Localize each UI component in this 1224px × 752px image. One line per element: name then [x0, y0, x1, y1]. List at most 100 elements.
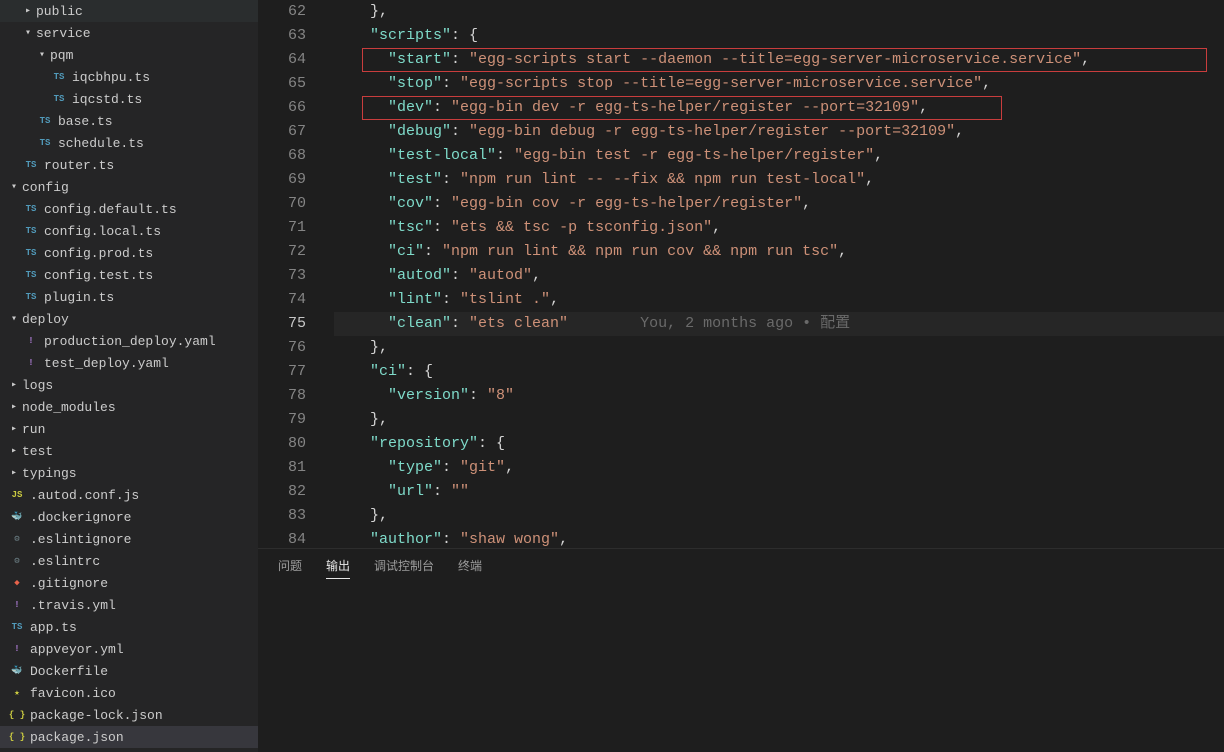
file-explorer-sidebar[interactable]: ▸public▾service▾pqmTSiqcbhpu.tsTSiqcstd.… — [0, 0, 258, 752]
tree-item-label: base.ts — [58, 114, 113, 129]
chevron-icon: ▸ — [8, 467, 20, 479]
chevron-icon: ▸ — [22, 5, 34, 17]
code-line[interactable]: "start": "egg-scripts start --daemon --t… — [334, 48, 1224, 72]
file-config.test.ts[interactable]: TSconfig.test.ts — [0, 264, 258, 286]
line-number-gutter: 6263646566676869707172737475767778798081… — [258, 0, 326, 548]
json-icon: { } — [8, 732, 26, 742]
folder-test[interactable]: ▸test — [0, 440, 258, 462]
folder-deploy[interactable]: ▾deploy — [0, 308, 258, 330]
code-line[interactable]: "dev": "egg-bin dev -r egg-ts-helper/reg… — [334, 96, 1224, 120]
line-number: 67 — [258, 120, 306, 144]
file-.gitignore[interactable]: ◆.gitignore — [0, 572, 258, 594]
code-line[interactable]: "author": "shaw wong", — [334, 528, 1224, 548]
chevron-icon: ▾ — [22, 27, 34, 39]
tree-item-label: test_deploy.yaml — [44, 356, 169, 371]
yaml-icon: ! — [8, 600, 26, 610]
code-line[interactable]: "tsc": "ets && tsc -p tsconfig.json", — [334, 216, 1224, 240]
chevron-icon: ▸ — [8, 379, 20, 391]
code-line[interactable]: }, — [334, 408, 1224, 432]
file-base.ts[interactable]: TS base.ts — [0, 110, 258, 132]
code-line[interactable]: "url": "" — [334, 480, 1224, 504]
git-icon: ◆ — [8, 578, 26, 588]
code-line[interactable]: "version": "8" — [334, 384, 1224, 408]
code-line[interactable]: "ci": "npm run lint && npm run cov && np… — [334, 240, 1224, 264]
file-iqcbhpu.ts[interactable]: TSiqcbhpu.ts — [0, 66, 258, 88]
code-line[interactable]: "test-local": "egg-bin test -r egg-ts-he… — [334, 144, 1224, 168]
tree-item-label: public — [36, 4, 83, 19]
line-number: 84 — [258, 528, 306, 548]
folder-logs[interactable]: ▸logs — [0, 374, 258, 396]
code-line[interactable]: "cov": "egg-bin cov -r egg-ts-helper/reg… — [334, 192, 1224, 216]
file-test_deploy.yaml[interactable]: !test_deploy.yaml — [0, 352, 258, 374]
ts-icon: TS — [22, 292, 40, 302]
code-line[interactable]: "stop": "egg-scripts stop --title=egg-se… — [334, 72, 1224, 96]
file-package.json[interactable]: { }package.json — [0, 726, 258, 748]
file-Dockerfile[interactable]: 🐳Dockerfile — [0, 660, 258, 682]
file-router.ts[interactable]: TSrouter.ts — [0, 154, 258, 176]
file-.eslintignore[interactable]: ⚙.eslintignore — [0, 528, 258, 550]
file-.autod.conf.js[interactable]: JS.autod.conf.js — [0, 484, 258, 506]
file-config.local.ts[interactable]: TS config.local.ts — [0, 220, 258, 242]
tree-item-label: config.local.ts — [44, 224, 161, 239]
folder-config[interactable]: ▾config — [0, 176, 258, 198]
line-number: 78 — [258, 384, 306, 408]
editor-area: 6263646566676869707172737475767778798081… — [258, 0, 1224, 752]
line-number: 63 — [258, 24, 306, 48]
code-line[interactable]: }, — [334, 0, 1224, 24]
tree-item-label: appveyor.yml — [30, 642, 124, 657]
code-line[interactable]: "debug": "egg-bin debug -r egg-ts-helper… — [334, 120, 1224, 144]
folder-service[interactable]: ▾service — [0, 22, 258, 44]
file-.eslintrc[interactable]: ⚙.eslintrc — [0, 550, 258, 572]
ts-icon: TS — [22, 226, 40, 236]
code-line[interactable]: "ci": { — [334, 360, 1224, 384]
line-number: 64 — [258, 48, 306, 72]
chevron-icon: ▸ — [8, 401, 20, 413]
panel-tab-终端[interactable]: 终端 — [458, 557, 482, 579]
code-line[interactable]: "clean": "ets clean" You, 2 months ago •… — [334, 312, 1224, 336]
code-content[interactable]: }, "scripts": { "start": "egg-scripts st… — [326, 0, 1224, 548]
line-number: 77 — [258, 360, 306, 384]
panel-tab-调试控制台[interactable]: 调试控制台 — [374, 557, 434, 579]
code-line[interactable]: "lint": "tslint .", — [334, 288, 1224, 312]
tree-item-label: run — [22, 422, 45, 437]
panel-tab-问题[interactable]: 问题 — [278, 557, 302, 579]
folder-public[interactable]: ▸public — [0, 0, 258, 22]
ts-icon: TS — [8, 622, 26, 632]
folder-pqm[interactable]: ▾pqm — [0, 44, 258, 66]
tree-item-label: logs — [22, 378, 53, 393]
file-plugin.ts[interactable]: TS plugin.ts — [0, 286, 258, 308]
file-appveyor.yml[interactable]: !appveyor.yml — [0, 638, 258, 660]
code-line[interactable]: "scripts": { — [334, 24, 1224, 48]
code-editor[interactable]: 6263646566676869707172737475767778798081… — [258, 0, 1224, 548]
tree-item-label: plugin.ts — [44, 290, 114, 305]
chevron-icon: ▸ — [8, 423, 20, 435]
tree-item-label: iqcstd.ts — [72, 92, 142, 107]
file-config.prod.ts[interactable]: TSconfig.prod.ts — [0, 242, 258, 264]
panel-body[interactable] — [258, 587, 1224, 752]
file-iqcstd.ts[interactable]: TSiqcstd.ts — [0, 88, 258, 110]
tree-item-label: .dockerignore — [30, 510, 131, 525]
file-.dockerignore[interactable]: 🐳.dockerignore — [0, 506, 258, 528]
tree-item-label: deploy — [22, 312, 69, 327]
file-production_deploy.yaml[interactable]: !production_deploy.yaml — [0, 330, 258, 352]
file-favicon.ico[interactable]: ★favicon.ico — [0, 682, 258, 704]
file-schedule.ts[interactable]: TSschedule.ts — [0, 132, 258, 154]
folder-run[interactable]: ▸run — [0, 418, 258, 440]
folder-typings[interactable]: ▸typings — [0, 462, 258, 484]
file-app.ts[interactable]: TSapp.ts — [0, 616, 258, 638]
tree-item-label: typings — [22, 466, 77, 481]
file-package-lock.json[interactable]: { }package-lock.json — [0, 704, 258, 726]
code-line[interactable]: "autod": "autod", — [334, 264, 1224, 288]
panel-tabs[interactable]: 问题 输出 调试控制台 终端 — [258, 548, 1224, 587]
tree-item-label: service — [36, 26, 91, 41]
code-line[interactable]: }, — [334, 504, 1224, 528]
file-config.default.ts[interactable]: TSconfig.default.ts — [0, 198, 258, 220]
code-line[interactable]: "type": "git", — [334, 456, 1224, 480]
file-.travis.yml[interactable]: !.travis.yml — [0, 594, 258, 616]
ts-icon: TS — [36, 116, 54, 126]
code-line[interactable]: "test": "npm run lint -- --fix && npm ru… — [334, 168, 1224, 192]
panel-tab-输出[interactable]: 输出 — [326, 557, 350, 579]
code-line[interactable]: "repository": { — [334, 432, 1224, 456]
folder-node_modules[interactable]: ▸node_modules — [0, 396, 258, 418]
code-line[interactable]: }, — [334, 336, 1224, 360]
